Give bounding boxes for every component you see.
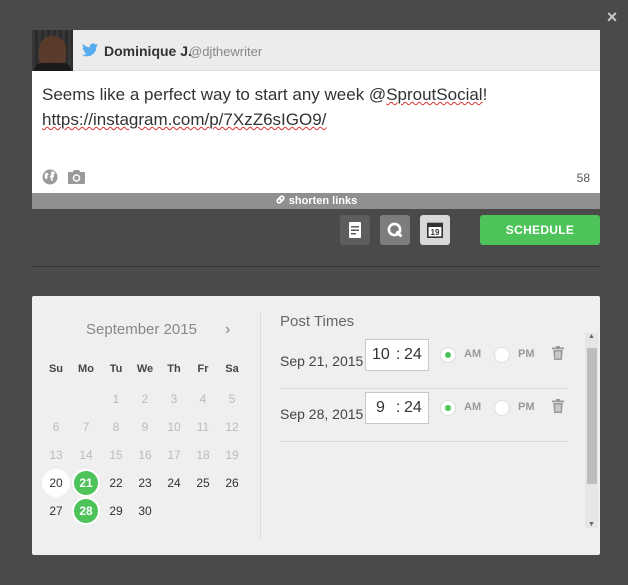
post-date: Sep 21, 2015 (280, 353, 364, 369)
post-times-title: Post Times (280, 313, 355, 330)
weekday-header: Fr (197, 363, 209, 375)
scroll-up-icon[interactable]: ▲ (588, 333, 595, 340)
weekday-header: Sa (225, 363, 239, 375)
calendar-day-9: 9 (141, 420, 149, 434)
calendar-day-8: 8 (112, 420, 120, 434)
post-time-row: Sep 28, 2015 9:24 AM PM (280, 390, 568, 442)
weekday-header: Th (167, 363, 181, 375)
hour-value[interactable]: 9 (376, 393, 385, 423)
profile-header: Dominique J. @djthewriter (32, 30, 600, 71)
calendar-day-4: 4 (199, 392, 207, 406)
link-icon (276, 195, 285, 204)
calendar-day-13: 13 (49, 448, 63, 462)
calendar-day-17: 17 (167, 448, 181, 462)
calendar-day-28[interactable]: 28 (72, 497, 100, 525)
calendar-day-5: 5 (228, 392, 236, 406)
camera-icon[interactable] (68, 170, 85, 184)
am-label: AM (464, 348, 482, 360)
scroll-down-icon[interactable]: ▼ (588, 521, 595, 528)
am-radio[interactable] (440, 400, 456, 416)
calendar-day-10: 10 (167, 420, 181, 434)
time-separator: : (396, 346, 401, 363)
weekday-header: We (136, 363, 154, 375)
post-times-scrollbar[interactable]: ▲ ▼ (585, 333, 598, 528)
calendar-day-12: 12 (225, 420, 239, 434)
calendar-day-3: 3 (170, 392, 178, 406)
calendar-day-19: 19 (225, 448, 239, 462)
author-name: Dominique J. (104, 43, 192, 59)
shorten-links-button[interactable]: shorten links (32, 193, 600, 209)
calendar-day-26[interactable]: 26 (218, 469, 246, 497)
mention-text: SproutSocial (386, 85, 483, 104)
message-text-end: ! (482, 85, 488, 104)
calendar-day-14: 14 (79, 448, 93, 462)
calendar-day-23[interactable]: 23 (131, 469, 159, 497)
note-icon (349, 222, 361, 238)
calendar-day-29[interactable]: 29 (102, 497, 130, 525)
minute-value[interactable]: 24 (404, 393, 422, 423)
trash-icon[interactable] (552, 399, 564, 413)
scheduling-panel: September 2015 › Su Mo Tu We Th Fr Sa 1 2 3 4 5 6 7 8 9… (32, 296, 600, 555)
message-textarea[interactable]: Seems like a perfect way to start any we… (42, 82, 587, 132)
next-month-arrow-icon[interactable]: › (225, 321, 230, 339)
post-date: Sep 28, 2015 (280, 406, 364, 422)
calendar-day-18: 18 (196, 448, 210, 462)
pm-label: PM (518, 348, 535, 360)
link-text: https://instagram.com/p/7XzZ6sIGO9/ (42, 110, 327, 129)
calendar-day-24[interactable]: 24 (160, 469, 188, 497)
character-count: 58 (576, 171, 590, 185)
close-icon[interactable]: × (603, 8, 621, 26)
globe-icon[interactable] (42, 169, 58, 185)
message-composer: Dominique J. @djthewriter Seems like a p… (32, 30, 600, 209)
shorten-links-label: shorten links (288, 195, 358, 207)
calendar-day-7: 7 (82, 420, 90, 434)
pm-radio[interactable] (494, 347, 510, 363)
weekday-header: Tu (109, 363, 123, 375)
avatar (32, 30, 73, 71)
message-text: Seems like a perfect way to start any we… (42, 85, 387, 104)
time-input[interactable]: 10:24 (365, 339, 429, 371)
calendar-day-21[interactable]: 21 (72, 469, 100, 497)
am-label: AM (464, 401, 482, 413)
panel-separator (260, 312, 261, 540)
author-handle: @djthewriter (189, 44, 263, 59)
queue-icon (387, 222, 403, 238)
schedule-button[interactable]: SCHEDULE (480, 215, 600, 245)
calendar-icon-day: 19 (431, 228, 440, 237)
calendar-day-22[interactable]: 22 (102, 469, 130, 497)
divider (32, 266, 600, 267)
month-title: September 2015 (86, 321, 197, 338)
minute-value[interactable]: 24 (404, 340, 422, 370)
weekday-header: Su (48, 363, 64, 375)
calendar-day-15: 15 (109, 448, 123, 462)
time-input[interactable]: 9:24 (365, 392, 429, 424)
note-button[interactable] (340, 215, 370, 245)
calendar-button[interactable]: 19 (420, 215, 450, 245)
calendar-icon: 19 (427, 222, 443, 238)
scroll-thumb[interactable] (587, 348, 597, 484)
time-separator: : (396, 399, 401, 416)
calendar-day-11: 11 (196, 420, 210, 434)
calendar-day-1: 1 (112, 392, 120, 406)
calendar-day-2: 2 (141, 392, 149, 406)
calendar-day-25[interactable]: 25 (189, 469, 217, 497)
hour-value[interactable]: 10 (372, 340, 390, 370)
calendar-day-6: 6 (52, 420, 60, 434)
calendar-day-30[interactable]: 30 (131, 497, 159, 525)
weekday-header: Mo (78, 363, 94, 375)
queue-button[interactable] (380, 215, 410, 245)
post-time-row: Sep 21, 2015 10:24 AM PM (280, 337, 568, 389)
calendar-day-20[interactable]: 20 (42, 469, 70, 497)
calendar-day-16: 16 (138, 448, 152, 462)
calendar-day-27[interactable]: 27 (42, 497, 70, 525)
pm-label: PM (518, 401, 535, 413)
pm-radio[interactable] (494, 400, 510, 416)
twitter-icon (82, 43, 98, 57)
trash-icon[interactable] (552, 346, 564, 360)
am-radio[interactable] (440, 347, 456, 363)
